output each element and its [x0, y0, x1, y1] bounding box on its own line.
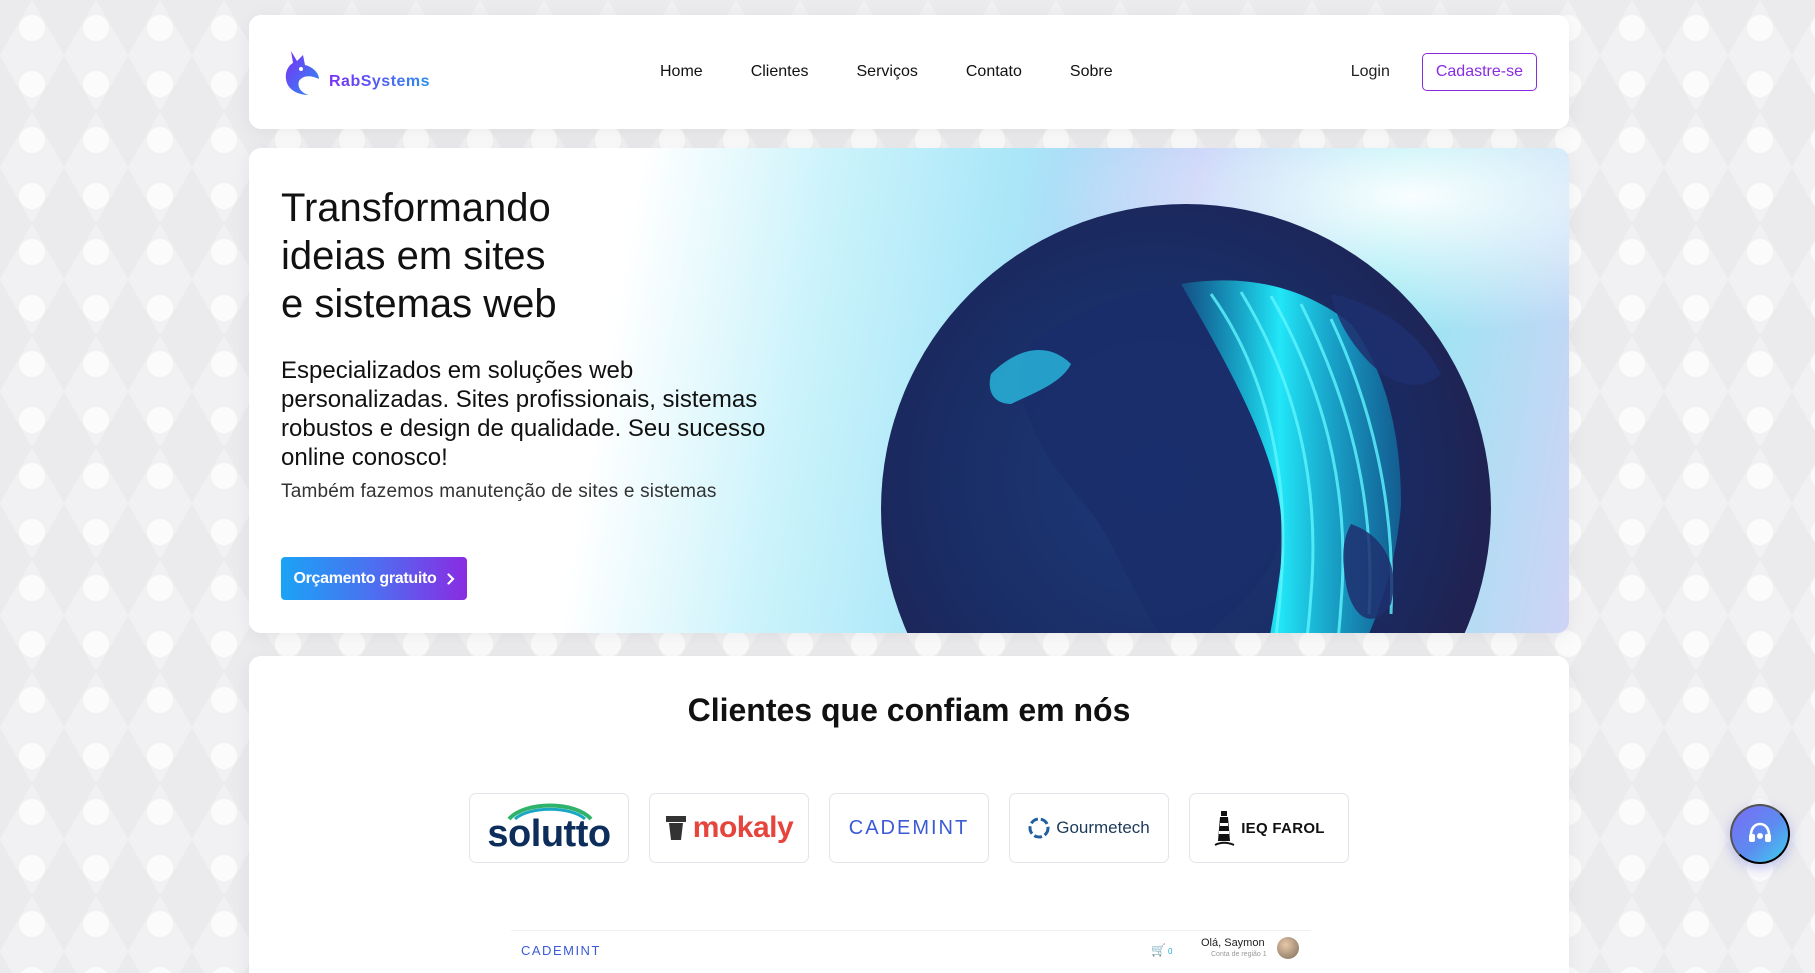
wolf-logo-icon: [285, 51, 319, 95]
ieq-farol-wordmark: IEQ FAROL: [1241, 819, 1325, 837]
gourmetech-wordmark: Gourmetech: [1056, 818, 1150, 837]
nav-sobre[interactable]: Sobre: [1070, 63, 1113, 81]
auth-actions: Login Cadastre-se: [1351, 15, 1537, 129]
nav-home[interactable]: Home: [660, 63, 703, 81]
gourmetech-ring-icon: [1028, 817, 1050, 839]
cart-icon: 🛒 0: [1151, 943, 1173, 957]
headset-icon: [1749, 822, 1771, 842]
preview-greeting: Olá, Saymon: [1201, 937, 1265, 949]
cademint-wordmark: CADEMINT: [848, 816, 970, 839]
hero-title-line: ideias em sites: [281, 234, 546, 278]
login-link[interactable]: Login: [1351, 63, 1390, 81]
solutto-logo: solutto: [487, 803, 611, 855]
clients-title: Clientes que confiam em nós: [687, 692, 1131, 728]
hero-title-line: Transformando: [281, 186, 551, 230]
cup-icon: [665, 816, 686, 840]
solutto-wordmark: solutto: [487, 812, 611, 855]
main-nav: Home Clientes Serviços Contato Sobre: [660, 15, 1113, 129]
hero-title: Transformando ideias em sites e sistemas…: [281, 184, 601, 328]
client-logo-mokaly[interactable]: mokaly: [649, 793, 809, 863]
signup-button[interactable]: Cadastre-se: [1421, 53, 1537, 91]
free-quote-button[interactable]: Orçamento gratuito: [281, 557, 467, 600]
preview-brand: CADEMINT: [521, 943, 601, 958]
free-quote-label: Orçamento gratuito: [293, 569, 437, 587]
client-logo-ieq-farol[interactable]: IEQ FAROL: [1189, 793, 1349, 863]
hero-section: Transformando ideias em sites e sistemas…: [249, 148, 1569, 633]
avatar: [1277, 937, 1299, 959]
nav-clientes[interactable]: Clientes: [751, 63, 809, 81]
brand-name: RabSystems: [329, 73, 431, 90]
support-chat-button[interactable]: [1730, 804, 1790, 864]
client-logo-solutto[interactable]: solutto: [469, 793, 629, 863]
preview-greeting-sub: Conta de região 1: [1211, 951, 1267, 958]
lighthouse-icon: [1214, 811, 1235, 846]
client-logo-gourmetech[interactable]: Gourmetech: [1009, 793, 1169, 863]
hero-subtitle: Especializados em soluções web personali…: [281, 357, 766, 471]
hero-title-line: e sistemas web: [281, 282, 557, 326]
client-logo-cademint[interactable]: CADEMINT: [829, 793, 989, 863]
cart-count: 0: [1167, 947, 1173, 956]
client-logos: solutto mokaly CADEMINT Gourmetech IEQ F…: [469, 793, 1349, 863]
clients-section: Clientes que confiam em nós solutto moka…: [249, 656, 1569, 973]
brand-logo[interactable]: RabSystems: [281, 47, 581, 97]
mokaly-wordmark: mokaly: [692, 811, 794, 844]
chevron-right-icon: [446, 572, 455, 585]
project-preview: CADEMINT 🛒 0 Olá, Saymon Conta de região …: [511, 930, 1311, 973]
globe-illustration: [881, 204, 1491, 633]
nav-servicos[interactable]: Serviços: [857, 63, 918, 81]
navbar: RabSystems Home Clientes Serviços Contat…: [249, 15, 1569, 129]
hero-note: Também fazemos manutenção de sites e sis…: [281, 481, 717, 502]
nav-contato[interactable]: Contato: [966, 63, 1022, 81]
